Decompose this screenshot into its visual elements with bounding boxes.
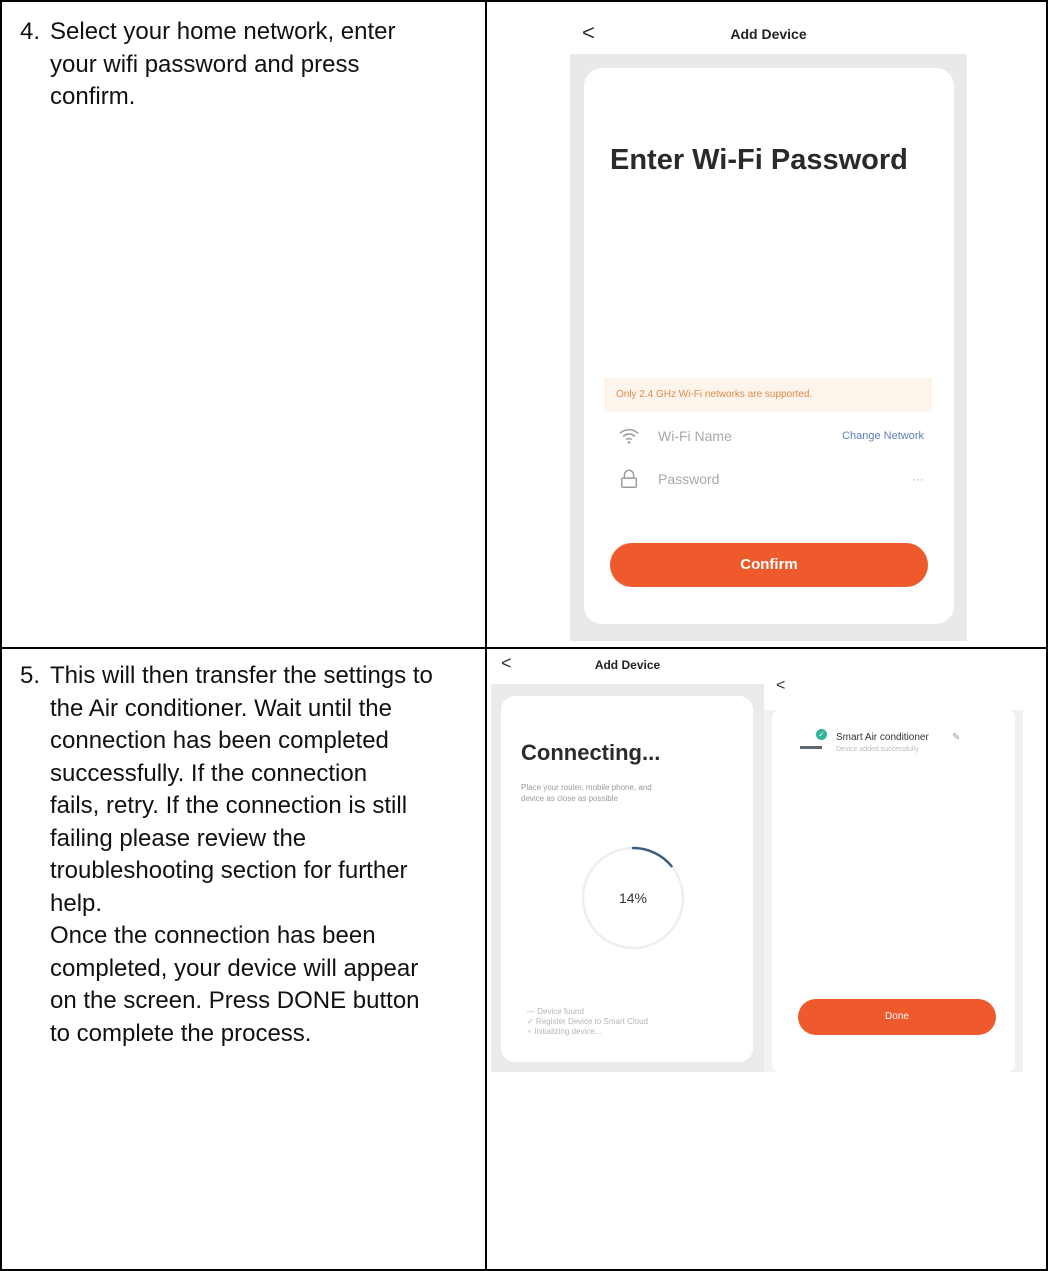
device-added-screenshot: < ✓ Smart Air conditioner ✎ Device added… [764,670,1023,1072]
password-field[interactable]: Password [658,471,912,487]
device-status: Device added successfully [836,746,919,753]
step-5-line: connection has been completed [50,727,389,754]
step-5-line: fails, retry. If the connection is still [50,792,408,819]
step-5-line: completed, your device will appear [50,954,419,982]
progress-arc [631,846,673,868]
nav-bar: < Add Device [491,650,764,684]
table-border-top [0,0,1048,2]
done-button[interactable]: Done [798,999,996,1035]
connecting-card: Connecting... Place your router, mobile … [501,696,753,1062]
wifi-icon [619,428,639,444]
step-5-line: troubleshooting section for further [50,857,408,884]
step-4-line: your wifi password and press [50,50,360,78]
step-5-line: successfully. If the connection [50,759,368,787]
nav-bar: < [764,670,1023,710]
step-4-line: confirm. [50,83,136,110]
nav-bar: < Add Device [570,14,967,54]
progress-percent: 14% [618,890,648,906]
step-5-line: on the screen. Press DONE button [50,987,420,1014]
password-row[interactable]: Password ··· [618,461,924,497]
wifi-name-row[interactable]: Wi-Fi Name Change Network [618,418,924,454]
nav-title: Add Device [594,658,661,672]
step-5-number: 5. [20,662,41,689]
wifi-password-screenshot: < Add Device Enter Wi-Fi Password Only 2… [570,14,967,641]
lock-icon [620,469,638,488]
device-name: Smart Air conditioner [836,732,929,743]
table-border-left [0,0,2,1271]
success-check-icon: ✓ [816,729,827,740]
page-heading: Enter Wi-Fi Password [610,144,908,176]
connecting-hint-line: device as close as possible [521,794,618,803]
nav-title: Add Device [730,26,807,42]
wifi-card: Enter Wi-Fi Password Only 2.4 GHz Wi-Fi … [584,68,954,624]
connecting-hint: Place your router, mobile phone, and dev… [521,782,652,804]
step-5-line: to complete the process. [50,1019,312,1047]
back-chevron-icon[interactable]: < [776,678,785,694]
step-5-line: This will then transfer the settings to [50,662,433,689]
step-5-line: help. [50,889,103,917]
change-network-link[interactable]: Change Network [842,430,924,442]
device-card: ✓ Smart Air conditioner ✎ Device added s… [772,710,1015,1072]
notice-banner: Only 2.4 GHz Wi-Fi networks are supporte… [604,378,932,412]
step-5-text: 5. This will then transfer the settings … [20,660,480,1050]
wifi-name-field[interactable]: Wi-Fi Name [658,428,842,444]
step-5-line: Once the connection has been [50,922,376,949]
checklist-item: ✓ Register Device to Smart Cloud [527,1017,648,1026]
confirm-button[interactable]: Confirm [610,543,928,587]
password-visibility-toggle[interactable]: ··· [912,472,924,486]
step-4-text: 4. Select your home network, enter your … [20,16,470,114]
edit-pencil-icon[interactable]: ✎ [952,732,960,743]
connecting-hint-line: Place your router, mobile phone, and [521,783,652,792]
connecting-screenshot: < Add Device Connecting... Place your ro… [491,650,764,1072]
checklist-item: ∘ Initializing device... [527,1027,602,1036]
page-heading: Connecting... [521,740,661,765]
step-5-line: failing please review the [50,824,307,852]
step-4-number: 4. [20,18,41,45]
step-5-line: the Air conditioner. Wait until the [50,694,392,722]
table-column-divider [485,0,487,1271]
step-4-line: Select your home network, enter [50,18,396,45]
table-row-divider [0,647,1048,649]
checklist-item: — Device found [527,1007,584,1016]
